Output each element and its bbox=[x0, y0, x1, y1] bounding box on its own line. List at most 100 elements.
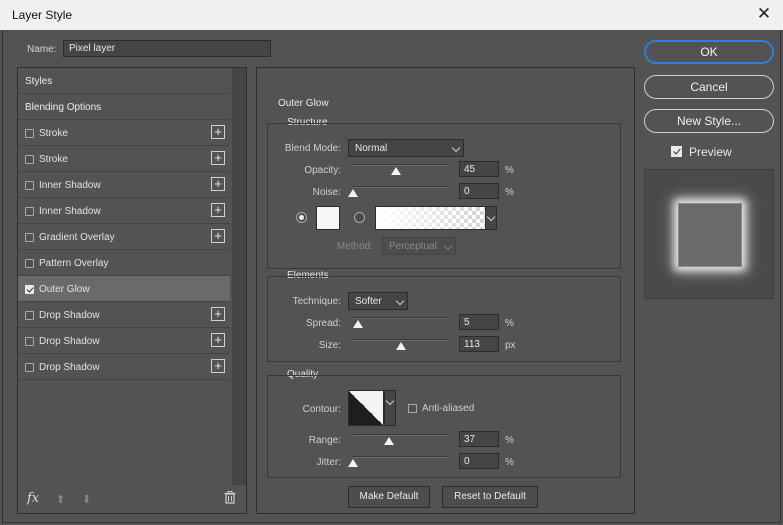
make-default-button[interactable]: Make Default bbox=[348, 486, 430, 508]
style-checkbox[interactable] bbox=[25, 181, 34, 190]
spread-slider-track[interactable] bbox=[353, 317, 449, 319]
add-style-icon[interactable]: + bbox=[211, 203, 225, 217]
spread-slider-thumb[interactable] bbox=[352, 320, 363, 328]
ok-button[interactable]: OK bbox=[644, 40, 774, 64]
add-style-icon[interactable]: + bbox=[211, 333, 225, 347]
jitter-input[interactable]: 0 bbox=[459, 453, 499, 469]
size-input[interactable]: 113 bbox=[459, 336, 499, 352]
range-slider-track[interactable] bbox=[353, 434, 449, 436]
new-style-button[interactable]: New Style... bbox=[644, 109, 774, 133]
style-checkbox[interactable] bbox=[25, 207, 34, 216]
spread-input[interactable]: 5 bbox=[459, 314, 499, 330]
add-style-icon[interactable]: + bbox=[211, 125, 225, 139]
window-title: Layer Style bbox=[12, 8, 73, 22]
style-item-outer-glow[interactable]: Outer Glow bbox=[18, 276, 230, 302]
trash-icon[interactable] bbox=[224, 491, 236, 504]
add-style-icon[interactable]: + bbox=[211, 177, 225, 191]
move-up-icon[interactable]: ⬆ bbox=[56, 493, 65, 506]
anti-aliased-checkbox[interactable] bbox=[408, 404, 417, 413]
spread-label: Spread: bbox=[305, 318, 341, 329]
style-checkbox[interactable] bbox=[25, 337, 34, 346]
opacity-unit: % bbox=[505, 165, 514, 176]
technique-label: Technique: bbox=[292, 296, 341, 307]
add-style-icon[interactable]: + bbox=[211, 307, 225, 321]
move-down-icon[interactable]: ⬇ bbox=[82, 493, 91, 506]
styles-list: Styles Blending Options Stroke + Stroke … bbox=[18, 68, 230, 485]
range-input[interactable]: 37 bbox=[459, 431, 499, 447]
name-input[interactable]: Pixel layer bbox=[63, 40, 271, 57]
style-item-inner-shadow-2[interactable]: Inner Shadow + bbox=[18, 198, 230, 224]
method-value: Perceptual bbox=[389, 241, 437, 252]
opacity-slider-track[interactable] bbox=[353, 164, 449, 166]
add-style-icon[interactable]: + bbox=[211, 151, 225, 165]
cancel-button[interactable]: Cancel bbox=[644, 75, 774, 99]
styles-header[interactable]: Styles bbox=[18, 68, 230, 94]
style-checkbox[interactable] bbox=[25, 233, 34, 242]
close-icon[interactable]: ✕ bbox=[753, 3, 775, 25]
style-checkbox-checked[interactable] bbox=[25, 285, 34, 294]
style-item-stroke-2[interactable]: Stroke + bbox=[18, 146, 230, 172]
range-label: Range: bbox=[308, 435, 341, 446]
noise-unit: % bbox=[505, 187, 514, 198]
noise-slider-track[interactable] bbox=[353, 186, 449, 188]
style-checkbox[interactable] bbox=[25, 129, 34, 138]
style-checkbox[interactable] bbox=[25, 363, 34, 372]
jitter-slider-track[interactable] bbox=[353, 456, 449, 458]
style-item-label: Drop Shadow bbox=[39, 310, 100, 321]
contour-dropdown-icon[interactable] bbox=[384, 390, 396, 426]
technique-select[interactable]: Softer bbox=[348, 292, 408, 310]
gradient-radio[interactable] bbox=[354, 212, 365, 223]
style-item-pattern-overlay[interactable]: Pattern Overlay bbox=[18, 250, 230, 276]
chevron-down-icon bbox=[443, 241, 453, 251]
blending-options-label: Blending Options bbox=[25, 102, 102, 113]
style-item-stroke-1[interactable]: Stroke + bbox=[18, 120, 230, 146]
opacity-input[interactable]: 45 bbox=[459, 161, 499, 177]
chevron-down-icon bbox=[395, 296, 405, 306]
size-slider-track[interactable] bbox=[353, 339, 449, 341]
style-item-drop-shadow-2[interactable]: Drop Shadow + bbox=[18, 328, 230, 354]
style-item-inner-shadow-1[interactable]: Inner Shadow + bbox=[18, 172, 230, 198]
contour-label: Contour: bbox=[302, 404, 341, 415]
size-label: Size: bbox=[318, 340, 341, 351]
style-checkbox[interactable] bbox=[25, 155, 34, 164]
opacity-label: Opacity: bbox=[304, 165, 341, 176]
layer-style-dialog: Name: Pixel layer Styles Blending Option… bbox=[2, 30, 781, 523]
method-select[interactable]: Perceptual bbox=[382, 237, 456, 255]
contour-swatch[interactable] bbox=[348, 390, 384, 426]
reset-to-default-button[interactable]: Reset to Default bbox=[442, 486, 538, 508]
style-item-label: Stroke bbox=[39, 128, 68, 139]
size-slider-thumb[interactable] bbox=[396, 342, 406, 350]
style-item-label: Outer Glow bbox=[39, 284, 90, 295]
style-item-label: Pattern Overlay bbox=[39, 258, 109, 269]
noise-input[interactable]: 0 bbox=[459, 183, 499, 199]
add-style-icon[interactable]: + bbox=[211, 359, 225, 373]
preview-label: Preview bbox=[689, 145, 732, 159]
fx-icon[interactable]: fx bbox=[27, 491, 39, 506]
style-item-label: Drop Shadow bbox=[39, 336, 100, 347]
add-style-icon[interactable]: + bbox=[211, 229, 225, 243]
noise-slider-thumb[interactable] bbox=[348, 189, 358, 197]
style-checkbox[interactable] bbox=[25, 259, 34, 268]
blending-options-item[interactable]: Blending Options bbox=[18, 94, 230, 120]
preview-glow-square bbox=[678, 203, 742, 267]
glow-gradient-swatch[interactable] bbox=[375, 206, 497, 230]
blend-mode-select[interactable]: Normal bbox=[348, 139, 464, 157]
opacity-slider-thumb[interactable] bbox=[391, 167, 402, 175]
preview-thumbnail bbox=[644, 169, 774, 299]
jitter-slider-thumb[interactable] bbox=[348, 459, 358, 467]
styles-scrollbar[interactable] bbox=[232, 68, 246, 485]
style-item-drop-shadow-3[interactable]: Drop Shadow + bbox=[18, 354, 230, 380]
title-bar: Layer Style ✕ bbox=[0, 0, 783, 30]
range-slider-thumb[interactable] bbox=[383, 437, 394, 445]
style-item-gradient-overlay[interactable]: Gradient Overlay + bbox=[18, 224, 230, 250]
style-item-drop-shadow-1[interactable]: Drop Shadow + bbox=[18, 302, 230, 328]
outer-glow-panel: Outer Glow Structure Blend Mode: Normal … bbox=[256, 67, 635, 514]
glow-color-swatch[interactable] bbox=[316, 206, 340, 230]
preview-checkbox[interactable] bbox=[671, 146, 682, 157]
noise-label: Noise: bbox=[312, 187, 341, 198]
style-checkbox[interactable] bbox=[25, 311, 34, 320]
style-item-label: Stroke bbox=[39, 154, 68, 165]
solid-color-radio[interactable] bbox=[296, 212, 307, 223]
style-item-label: Gradient Overlay bbox=[39, 232, 115, 243]
gradient-dropdown-icon[interactable] bbox=[485, 206, 497, 230]
